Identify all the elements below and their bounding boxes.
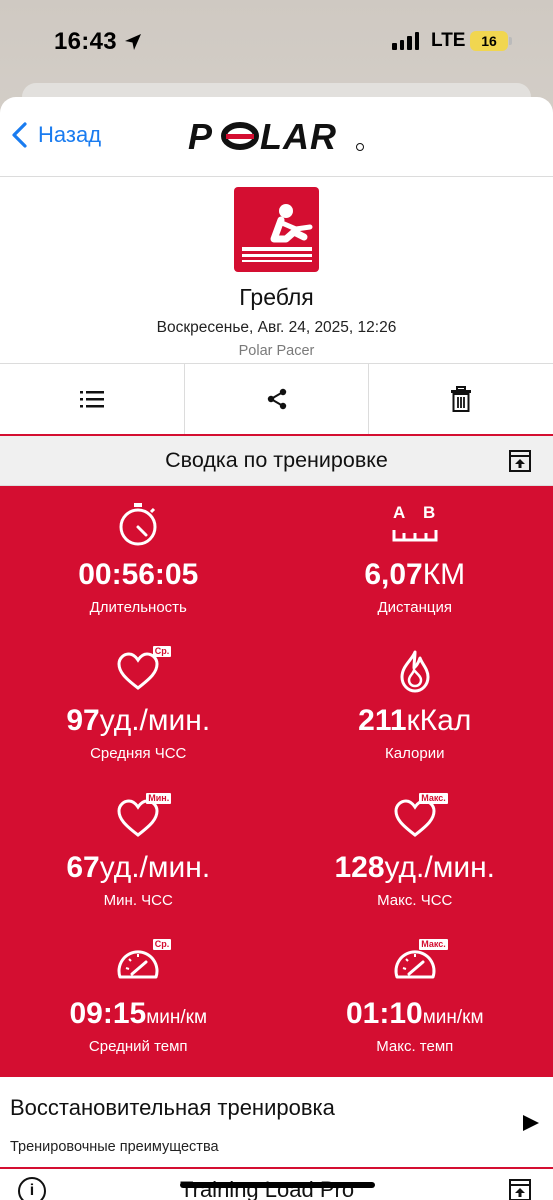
chevron-left-icon	[12, 122, 27, 148]
heart-icon: Ср.	[115, 646, 172, 694]
svg-text:A: A	[393, 503, 405, 522]
flame-icon	[400, 650, 430, 693]
stat-duration: 00:56:05 Длительность	[0, 492, 277, 638]
back-label: Назад	[38, 122, 102, 147]
play-arrow-icon	[523, 1115, 539, 1131]
avg-pace-label: Средний темп	[88, 1037, 188, 1055]
stat-max-hr: Макс. 128уд./мин. Макс. ЧСС	[277, 785, 553, 931]
distance-icon: A B	[392, 503, 438, 542]
status-time: 16:43	[54, 28, 143, 56]
avg-hr-value: 97уд./мин.	[66, 704, 211, 738]
stopwatch-icon	[119, 503, 157, 546]
svg-text:P: P	[188, 119, 213, 155]
duration-value: 00:56:05	[78, 558, 199, 591]
training-sheet: Назад P LAR Гребля Воскресенье, Авг. 24,…	[0, 97, 553, 1200]
network-type: LTE	[431, 30, 466, 51]
device-name: Polar Pacer	[238, 343, 315, 359]
location-arrow-icon	[124, 34, 141, 50]
collapse-section-icon[interactable]	[509, 1179, 531, 1200]
calories-value: 211кКал	[358, 704, 472, 738]
nav-bar: Назад P LAR	[0, 97, 553, 177]
list-icon	[79, 391, 104, 408]
max-hr-value: 128уд./мин.	[334, 850, 496, 884]
speedometer-icon: Макс.	[392, 938, 448, 987]
benefit-subtitle: Тренировочные преимущества	[10, 1139, 219, 1155]
max-pace-value: 01:10мин/км	[345, 996, 484, 1030]
delete-button[interactable]	[368, 364, 553, 434]
calories-label: Калории	[385, 745, 445, 763]
avg-pace-value: 09:15мин/км	[69, 996, 208, 1030]
heart-icon: Мин.	[115, 792, 172, 841]
max-hr-label: Макс. ЧСС	[377, 891, 453, 909]
stat-avg-pace: Ср. 09:15мин/км Средний темп	[0, 931, 277, 1077]
stats-grid: 00:56:05 Длительность A B 6,07КМ Дистанц…	[0, 486, 553, 1077]
benefit-title: Восстановительная тренировка	[10, 1095, 335, 1120]
rowing-icon	[234, 187, 319, 272]
training-load-title: Training Load Pro	[180, 1177, 355, 1200]
home-indicator[interactable]	[180, 1182, 375, 1188]
status-bar: 16:43 LTE 16	[0, 0, 553, 84]
avg-hr-label: Средняя ЧСС	[90, 745, 187, 763]
info-icon[interactable]: i	[18, 1177, 46, 1200]
summary-title: Сводка по тренировке	[165, 448, 388, 472]
battery-icon: 16	[470, 31, 508, 51]
sport-name: Гребля	[239, 284, 314, 310]
stat-min-hr: Мин. 67уд./мин. Мин. ЧСС	[0, 785, 277, 931]
trash-icon	[451, 386, 472, 412]
heart-icon: Макс.	[392, 792, 448, 841]
polar-logo: P LAR	[188, 119, 364, 155]
back-button[interactable]: Назад	[10, 121, 101, 149]
share-button[interactable]	[183, 364, 369, 434]
share-icon	[267, 388, 286, 410]
collapse-section-icon[interactable]	[509, 450, 531, 472]
action-bar	[0, 364, 553, 436]
cellular-signal-icon	[392, 32, 419, 50]
stat-max-pace: Макс. 01:10мин/км Макс. темп	[277, 931, 553, 1077]
stat-distance: A B 6,07КМ Дистанция	[277, 492, 553, 638]
min-hr-value: 67уд./мин.	[66, 850, 211, 884]
distance-value: 6,07КМ	[364, 558, 466, 591]
summary-header[interactable]: Сводка по тренировке	[0, 436, 553, 486]
duration-label: Длительность	[89, 599, 187, 616]
min-hr-label: Мин. ЧСС	[103, 891, 173, 909]
svg-text:B: B	[423, 503, 435, 522]
status-time-text: 16:43	[54, 28, 117, 55]
distance-label: Дистанция	[377, 599, 452, 616]
stat-avg-hr: Ср. 97уд./мин. Средняя ЧСС	[0, 638, 277, 784]
training-benefit-row[interactable]: Восстановительная тренировка Тренировочн…	[0, 1077, 553, 1169]
speedometer-icon: Ср.	[115, 938, 172, 987]
session-date: Воскресенье, Авг. 24, 2025, 12:26	[156, 319, 397, 336]
max-pace-label: Макс. темп	[376, 1037, 454, 1055]
details-list-button[interactable]	[0, 364, 184, 434]
stat-calories: 211кКал Калории	[277, 638, 553, 784]
activity-header: Гребля Воскресенье, Авг. 24, 2025, 12:26…	[0, 177, 553, 364]
battery-tip	[509, 37, 512, 45]
svg-text:LAR: LAR	[260, 119, 337, 155]
